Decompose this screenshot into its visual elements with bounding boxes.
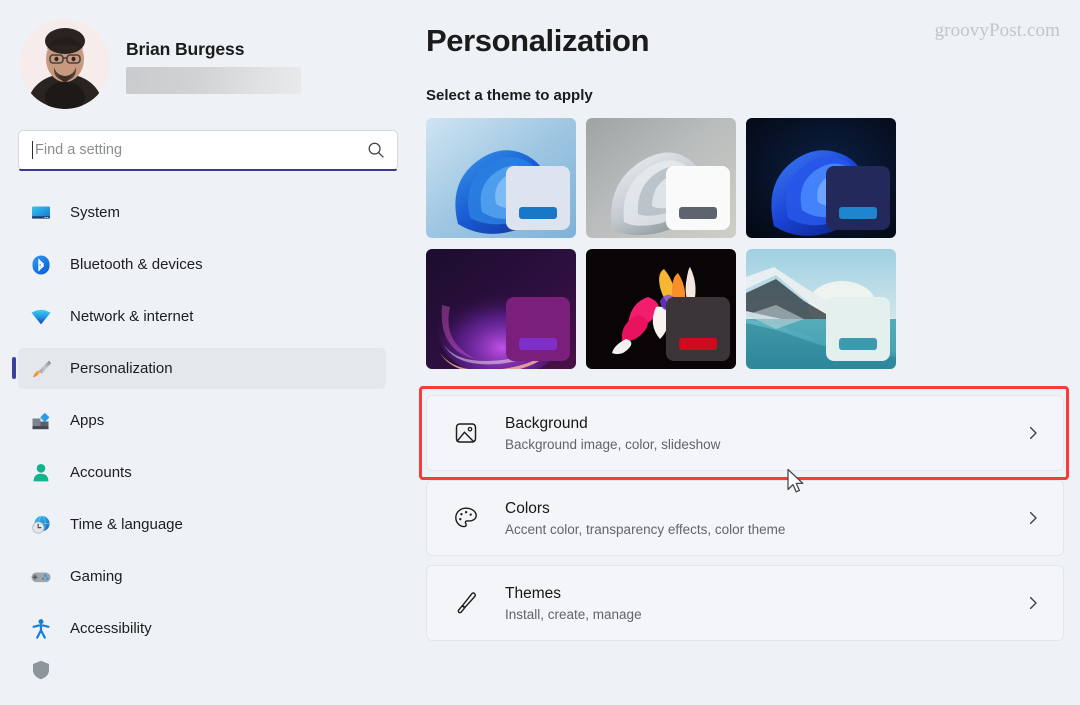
sidebar-item-accounts[interactable]: Accounts [18, 452, 386, 493]
theme-window-preview [826, 297, 890, 361]
theme-accent-pill [839, 207, 877, 219]
theme-tile[interactable] [746, 118, 896, 238]
settings-list: Background Background image, color, slid… [419, 386, 1069, 641]
theme-accent-pill [519, 338, 557, 350]
main-content: groovyPost.com Personalization Select a … [418, 0, 1080, 705]
theme-section-label: Select a theme to apply [426, 87, 593, 104]
theme-accent-pill [839, 338, 877, 350]
text-caret [32, 141, 33, 159]
theme-accent-pill [679, 207, 717, 219]
sidebar-item-privacy-security[interactable] [18, 660, 386, 680]
user-profile[interactable]: Brian Burgess [0, 0, 418, 110]
user-email-redacted [126, 66, 301, 94]
search-icon [367, 141, 385, 159]
shield-icon [30, 660, 52, 680]
paintbrush-icon [30, 358, 52, 380]
settings-window: Brian Burgess Find a setting System Blue… [0, 0, 1080, 705]
search-container: Find a setting [18, 130, 398, 171]
theme-window-preview [666, 297, 730, 361]
setting-row-colors[interactable]: Colors Accent color, transparency effect… [426, 480, 1064, 556]
person-icon [30, 462, 52, 484]
theme-window-preview [826, 166, 890, 230]
user-name: Brian Burgess [126, 38, 245, 59]
bluetooth-icon [30, 254, 52, 276]
setting-title: Background [505, 415, 588, 433]
chevron-right-icon [1025, 510, 1041, 526]
setting-row-themes[interactable]: Themes Install, create, manage [426, 565, 1064, 641]
colors-row-wrapper: Colors Accent color, transparency effect… [426, 480, 1064, 556]
picture-icon [451, 418, 481, 448]
monitor-icon [30, 202, 52, 224]
gamepad-icon [30, 566, 52, 588]
theme-accent-pill [519, 207, 557, 219]
setting-subtitle: Install, create, manage [505, 606, 642, 622]
sidebar-item-label: Accounts [70, 464, 132, 481]
theme-tile[interactable] [586, 249, 736, 369]
theme-window-preview [506, 297, 570, 361]
setting-title: Colors [505, 500, 550, 518]
setting-subtitle: Background image, color, slideshow [505, 436, 721, 452]
chevron-right-icon [1025, 425, 1041, 441]
theme-grid [426, 118, 896, 369]
clock-globe-icon [30, 514, 52, 536]
sidebar-item-label: Bluetooth & devices [70, 256, 203, 273]
avatar[interactable] [20, 19, 110, 109]
sidebar-item-time-language[interactable]: Time & language [18, 504, 386, 545]
setting-row-text: Colors Accent color, transparency effect… [505, 499, 1025, 537]
setting-title: Themes [505, 585, 561, 603]
theme-window-preview [666, 166, 730, 230]
sidebar-nav: System Bluetooth & devices Network & int… [0, 192, 418, 680]
theme-accent-pill [679, 338, 717, 350]
sidebar-item-gaming[interactable]: Gaming [18, 556, 386, 597]
theme-tile[interactable] [426, 118, 576, 238]
sidebar-item-accessibility[interactable]: Accessibility [18, 608, 386, 649]
setting-row-text: Background Background image, color, slid… [505, 414, 1025, 452]
sidebar-item-label: Network & internet [70, 308, 194, 325]
sidebar-item-personalization[interactable]: Personalization [12, 348, 386, 389]
sidebar-item-apps[interactable]: Apps [18, 400, 386, 441]
sidebar-item-label: System [70, 204, 121, 221]
sidebar: Brian Burgess Find a setting System Blue… [0, 0, 418, 705]
setting-row-background[interactable]: Background Background image, color, slid… [426, 395, 1064, 471]
sidebar-item-network-internet[interactable]: Network & internet [18, 296, 386, 337]
palette-icon [451, 503, 481, 533]
chevron-right-icon [1025, 595, 1041, 611]
background-row-wrapper: Background Background image, color, slid… [419, 386, 1069, 480]
theme-tile[interactable] [426, 249, 576, 369]
sidebar-item-label: Apps [70, 412, 105, 429]
themes-row-wrapper: Themes Install, create, manage [426, 565, 1064, 641]
search-placeholder: Find a setting [35, 141, 123, 158]
theme-tile[interactable] [746, 249, 896, 369]
wifi-icon [30, 306, 52, 328]
search-input[interactable]: Find a setting [18, 130, 398, 171]
setting-subtitle: Accent color, transparency effects, colo… [505, 521, 786, 537]
profile-text: Brian Burgess [126, 35, 301, 94]
sidebar-item-label: Time & language [70, 516, 183, 533]
theme-window-preview [506, 166, 570, 230]
sidebar-item-system[interactable]: System [18, 192, 386, 233]
sidebar-item-label: Personalization [70, 360, 173, 377]
sidebar-item-label: Gaming [70, 568, 123, 585]
watermark: groovyPost.com [934, 20, 1060, 41]
accessibility-icon [30, 618, 52, 640]
sidebar-item-label: Accessibility [70, 620, 152, 637]
apps-icon [30, 410, 52, 432]
theme-tile[interactable] [586, 118, 736, 238]
paintbrush-outline-icon [451, 588, 481, 618]
setting-row-text: Themes Install, create, manage [505, 584, 1025, 622]
sidebar-item-bluetooth-devices[interactable]: Bluetooth & devices [18, 244, 386, 285]
